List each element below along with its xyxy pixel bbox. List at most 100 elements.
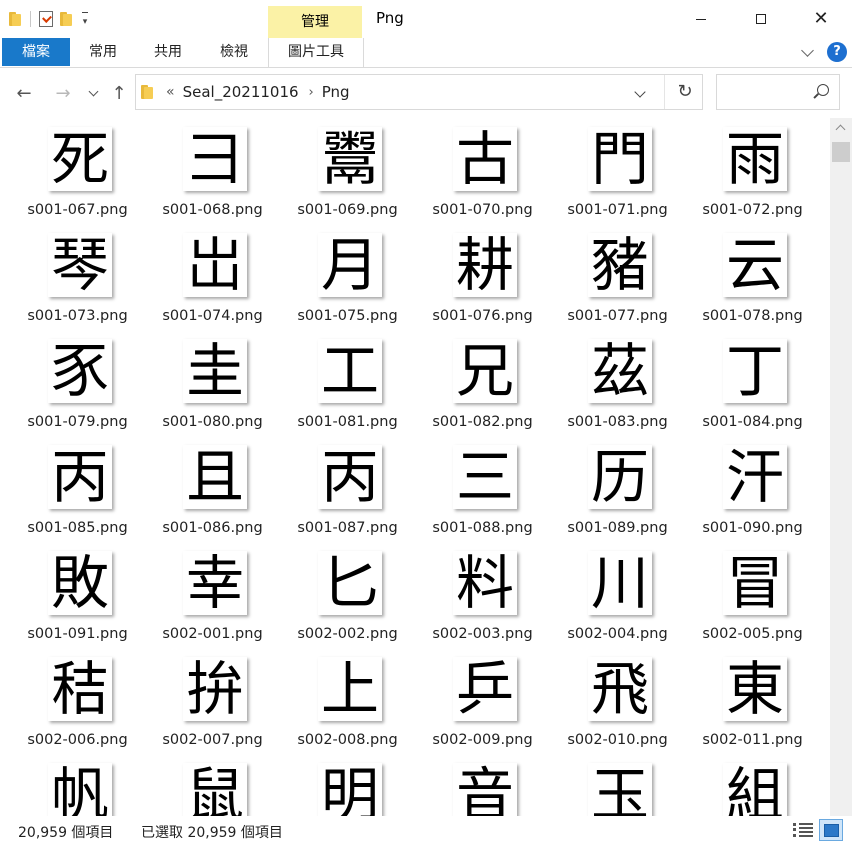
file-thumbnail: 秸 — [48, 657, 112, 721]
file-item[interactable]: 彐 s001-068.png — [145, 126, 280, 232]
file-item[interactable]: 豕 s001-079.png — [10, 338, 145, 444]
file-item[interactable]: 鬻 s001-069.png — [280, 126, 415, 232]
up-button[interactable]: ↑ — [106, 80, 132, 106]
file-item[interactable]: 玉 — [550, 762, 685, 816]
file-item[interactable]: 历 s001-089.png — [550, 444, 685, 550]
file-thumbnail: 上 — [318, 657, 382, 721]
file-item[interactable]: 岀 s001-074.png — [145, 232, 280, 338]
file-thumbnail: 敗 — [48, 551, 112, 615]
file-item[interactable]: 秸 s002-006.png — [10, 656, 145, 762]
file-item[interactable]: 鼠 — [145, 762, 280, 816]
tab-view[interactable]: 檢視 — [206, 38, 262, 66]
tab-share[interactable]: 共用 — [140, 38, 196, 66]
folder-icon[interactable] — [8, 11, 22, 27]
file-item[interactable]: 組 — [685, 762, 820, 816]
properties-icon[interactable] — [39, 11, 53, 27]
file-name: s002-005.png — [702, 626, 803, 642]
file-item[interactable]: 音 — [415, 762, 550, 816]
file-thumbnail: 历 — [588, 445, 652, 509]
file-item[interactable]: 川 s002-004.png — [550, 550, 685, 656]
file-item[interactable]: 茲 s001-083.png — [550, 338, 685, 444]
large-icons-view-icon[interactable] — [819, 819, 843, 841]
file-item[interactable]: 云 s001-078.png — [685, 232, 820, 338]
file-item[interactable]: 東 s002-011.png — [685, 656, 820, 762]
file-item[interactable]: 雨 s001-072.png — [685, 126, 820, 232]
vertical-scrollbar[interactable] — [830, 118, 852, 816]
file-thumbnail: 組 — [723, 763, 787, 816]
file-name: s001-082.png — [432, 414, 533, 430]
file-name: s002-009.png — [432, 732, 533, 748]
breadcrumb-separator-icon[interactable]: › — [309, 85, 314, 100]
recent-locations-button[interactable] — [82, 80, 104, 106]
minimize-button[interactable] — [678, 4, 724, 34]
file-item[interactable]: 上 s002-008.png — [280, 656, 415, 762]
file-thumbnail: 明 — [318, 763, 382, 816]
file-name: s001-088.png — [432, 520, 533, 536]
breadcrumb-overflow[interactable]: « — [166, 84, 175, 100]
tab-file[interactable]: 檔案 — [2, 38, 70, 66]
file-item[interactable]: 耕 s001-076.png — [415, 232, 550, 338]
folder-icon — [140, 84, 154, 100]
close-button[interactable]: ✕ — [798, 4, 844, 34]
file-item[interactable]: 豬 s001-077.png — [550, 232, 685, 338]
customize-toolbar-dropdown-icon[interactable]: ▾ — [79, 9, 91, 30]
file-item[interactable]: 兄 s001-082.png — [415, 338, 550, 444]
file-name: s002-006.png — [27, 732, 128, 748]
manage-contextual-tab[interactable]: 管理 — [268, 6, 362, 38]
file-item[interactable]: 丙 s001-087.png — [280, 444, 415, 550]
refresh-icon[interactable]: ↻ — [674, 81, 696, 103]
back-button[interactable]: ← — [11, 80, 37, 106]
file-item[interactable]: 三 s001-088.png — [415, 444, 550, 550]
file-item[interactable]: 丙 s001-085.png — [10, 444, 145, 550]
file-item[interactable]: 乒 s002-009.png — [415, 656, 550, 762]
file-name: s001-090.png — [702, 520, 803, 536]
file-name: s001-089.png — [567, 520, 668, 536]
address-dropdown-icon[interactable] — [634, 86, 646, 98]
new-folder-icon[interactable] — [59, 11, 73, 27]
file-item[interactable]: 且 s001-086.png — [145, 444, 280, 550]
file-item[interactable]: 幸 s002-001.png — [145, 550, 280, 656]
file-item[interactable]: 死 s001-067.png — [10, 126, 145, 232]
file-item[interactable]: 琴 s001-073.png — [10, 232, 145, 338]
maximize-icon — [756, 14, 766, 24]
scroll-up-icon[interactable] — [835, 124, 846, 135]
file-item[interactable]: 汗 s001-090.png — [685, 444, 820, 550]
file-name: s002-002.png — [297, 626, 398, 642]
search-box[interactable] — [716, 74, 840, 110]
file-item[interactable]: 丁 s001-084.png — [685, 338, 820, 444]
file-item[interactable]: 拚 s002-007.png — [145, 656, 280, 762]
file-item[interactable]: 帆 — [10, 762, 145, 816]
navigation-bar: ← → ↑ « Seal_20211016 › Png ↻ — [0, 68, 852, 118]
file-item[interactable]: 圭 s001-080.png — [145, 338, 280, 444]
file-item[interactable]: 冒 s002-005.png — [685, 550, 820, 656]
file-item[interactable]: 月 s001-075.png — [280, 232, 415, 338]
maximize-button[interactable] — [738, 4, 784, 34]
file-item[interactable]: 匕 s002-002.png — [280, 550, 415, 656]
file-item[interactable]: 料 s002-003.png — [415, 550, 550, 656]
file-view[interactable]: 死 s001-067.png 彐 s001-068.png 鬻 s001-069.png 古… — [0, 118, 830, 816]
file-thumbnail: 玉 — [588, 763, 652, 816]
search-icon[interactable] — [817, 84, 829, 96]
file-name: s001-070.png — [432, 202, 533, 218]
tab-picture-tools[interactable]: 圖片工具 — [268, 38, 364, 67]
file-item[interactable]: 古 s001-070.png — [415, 126, 550, 232]
details-view-icon[interactable] — [793, 821, 813, 839]
breadcrumb-png-folder[interactable]: Png — [322, 83, 350, 101]
breadcrumb-seal-folder[interactable]: Seal_20211016 — [183, 83, 299, 101]
file-thumbnail: 川 — [588, 551, 652, 615]
forward-button[interactable]: → — [50, 80, 76, 106]
tab-home[interactable]: 常用 — [76, 38, 130, 66]
file-item[interactable]: 飛 s002-010.png — [550, 656, 685, 762]
file-item[interactable]: 工 s001-081.png — [280, 338, 415, 444]
file-name: s002-001.png — [162, 626, 263, 642]
file-thumbnail: 雨 — [723, 127, 787, 191]
address-bar[interactable]: « Seal_20211016 › Png ↻ — [135, 74, 703, 110]
file-item[interactable]: 敗 s001-091.png — [10, 550, 145, 656]
file-thumbnail: 耕 — [453, 233, 517, 297]
file-item[interactable]: 門 s001-071.png — [550, 126, 685, 232]
scrollbar-thumb[interactable] — [832, 142, 850, 162]
file-item[interactable]: 明 — [280, 762, 415, 816]
file-thumbnail: 且 — [183, 445, 247, 509]
expand-ribbon-chevron-icon[interactable] — [801, 44, 814, 57]
help-icon[interactable]: ? — [827, 42, 847, 62]
